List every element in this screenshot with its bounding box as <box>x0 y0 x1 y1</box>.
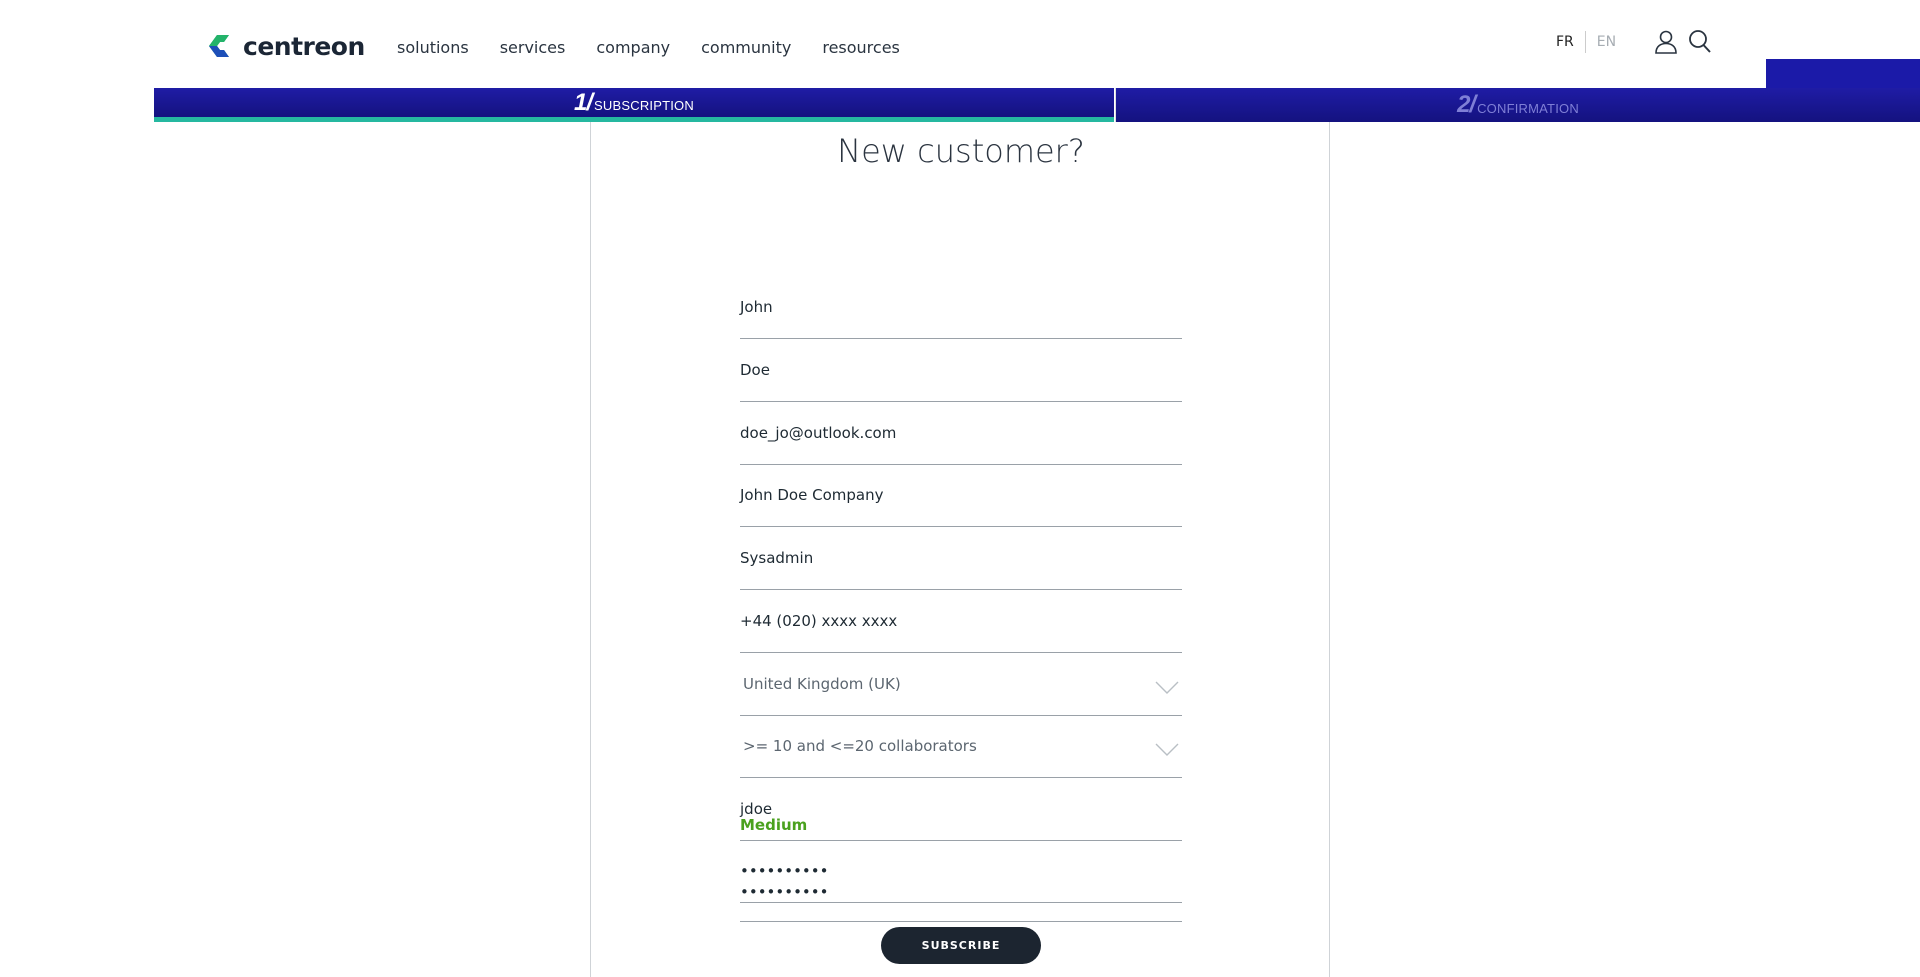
search-icon[interactable] <box>1686 28 1714 56</box>
nav-services[interactable]: services <box>500 38 566 57</box>
lang-divider <box>1584 31 1586 53</box>
company-field[interactable]: John Doe Company <box>740 464 1182 527</box>
step-number: 2/ <box>1457 91 1476 118</box>
country-select[interactable]: United Kingdom (UK) <box>740 653 1182 716</box>
nav-community[interactable]: community <box>701 38 791 57</box>
site-header: centreon solutions services company comm… <box>0 0 1920 89</box>
email-field[interactable]: doe_jo@outlook.com <box>740 402 1182 465</box>
header-accent-block <box>1766 59 1920 89</box>
user-icon[interactable] <box>1652 28 1680 56</box>
password-confirm-field[interactable]: •••••••••• <box>740 862 1182 922</box>
step-confirmation: 2/ CONFIRMATION <box>1115 88 1920 122</box>
phone-field[interactable]: +44 (020) xxxx xxxx <box>740 590 1182 653</box>
job-title-field[interactable]: Sysadmin <box>740 527 1182 590</box>
centreon-logo[interactable]: centreon <box>207 31 365 61</box>
password-strength-label: Medium <box>740 816 808 834</box>
chevron-down-icon <box>1155 681 1179 694</box>
step-subscription: 1/ SUBSCRIPTION <box>154 88 1114 122</box>
subscribe-button[interactable]: SUBSCRIBE <box>881 927 1041 964</box>
chevron-down-icon <box>1155 743 1179 756</box>
form-title: New customer? <box>837 132 1085 170</box>
step-label: SUBSCRIPTION <box>594 98 694 113</box>
centreon-logo-icon <box>209 35 229 57</box>
last-name-field[interactable]: Doe <box>740 339 1182 402</box>
step-label: CONFIRMATION <box>1477 100 1579 116</box>
company-size-select[interactable]: >= 10 and <=20 collaborators <box>740 715 1182 778</box>
lang-fr[interactable]: FR <box>1556 34 1574 50</box>
step-number: 1/ <box>574 88 593 116</box>
main-nav: solutions services company community res… <box>397 38 931 57</box>
nav-solutions[interactable]: solutions <box>397 38 469 57</box>
nav-company[interactable]: company <box>596 38 670 57</box>
subscription-steps: 1/ SUBSCRIPTION 2/ CONFIRMATION <box>154 88 1920 122</box>
company-size-value: >= 10 and <=20 collaborators <box>743 737 977 755</box>
signup-panel: New customer? John Doe doe_jo@outlook.co… <box>590 122 1330 977</box>
country-value: United Kingdom (UK) <box>743 675 901 693</box>
first-name-field[interactable]: John <box>740 276 1182 339</box>
lang-en[interactable]: EN <box>1597 34 1616 50</box>
language-switcher: FR EN <box>1556 31 1616 53</box>
brand-name: centreon <box>243 31 365 61</box>
nav-resources[interactable]: resources <box>822 38 900 57</box>
